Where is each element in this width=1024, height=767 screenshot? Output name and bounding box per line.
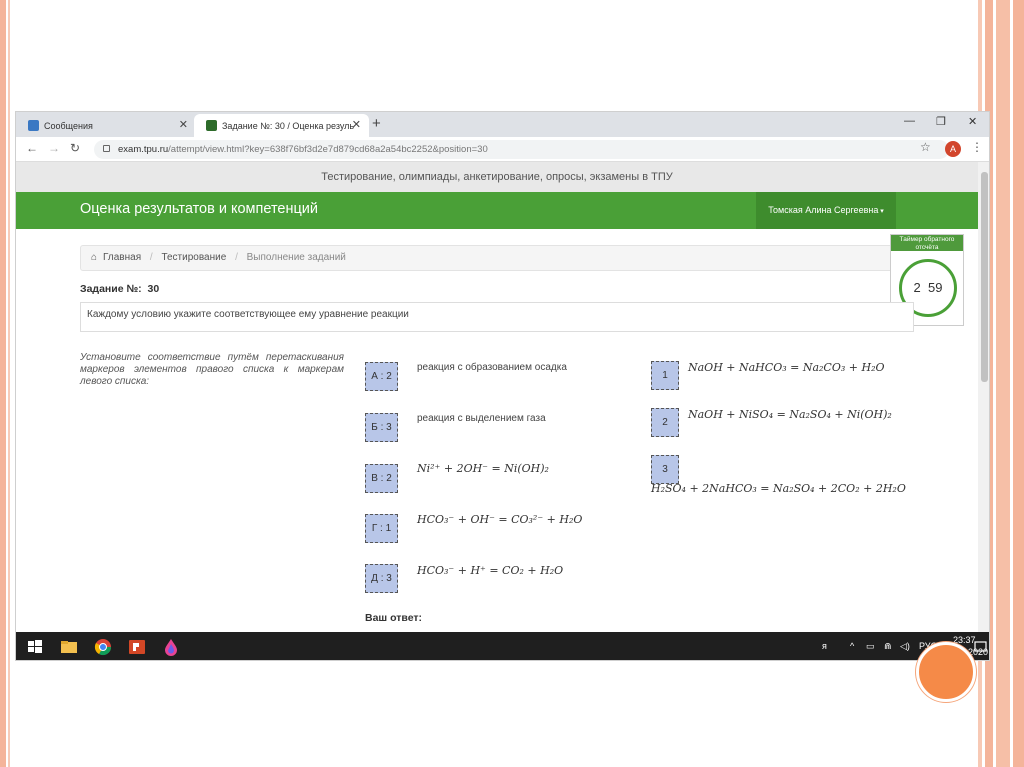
url-host: exam.tpu.ru <box>118 144 169 155</box>
breadcrumb-testing[interactable]: Тестирование <box>161 252 226 263</box>
question-text: Каждому условию укажите соответствующее … <box>80 302 914 332</box>
timer-seconds: 59 <box>928 280 943 295</box>
user-name: Томская Алина Сергеевна <box>768 205 879 215</box>
lock-icon <box>103 145 110 152</box>
close-icon[interactable]: ✕ <box>179 118 188 131</box>
chrome-icon[interactable] <box>94 638 112 656</box>
notifications-icon[interactable] <box>972 638 990 656</box>
breadcrumb: ⌂ Главная / Тестирование / Выполнение зад… <box>80 245 914 271</box>
app-drop-icon[interactable] <box>162 638 180 656</box>
windows-start-icon[interactable] <box>26 638 44 656</box>
left-item-text: реакция с образованием осадка <box>417 362 567 373</box>
tab-label: Задание №: 30 / Оценка резуль <box>222 120 355 131</box>
left-marker-d[interactable]: Д : 3 <box>365 564 398 593</box>
left-marker-g[interactable]: Г : 1 <box>365 514 398 543</box>
browser-screenshot: Сообщения ✕ Задание №: 30 / Оценка резул… <box>15 111 990 661</box>
left-marker-v[interactable]: В : 2 <box>365 464 398 493</box>
right-item-formula: H₂SO₄ + 2NaHCO₃ = Na₂SO₄ + 2CO₂ + 2H₂O <box>651 482 906 495</box>
battery-icon[interactable]: ▭ <box>866 641 875 652</box>
decor-orange-circle <box>916 642 976 702</box>
new-tab-icon[interactable]: + <box>372 115 381 132</box>
task-label: Задание №: <box>80 283 142 295</box>
reload-icon[interactable]: ↻ <box>70 141 80 155</box>
answer-label: Ваш ответ: <box>365 612 423 624</box>
left-item-formula: HCO₃⁻ + OH⁻ = CO₃²⁻ + H₂O <box>417 513 583 526</box>
page-scrollbar[interactable] <box>978 162 989 632</box>
breadcrumb-current: Выполнение заданий <box>246 252 346 263</box>
tpu-logo-icon <box>206 120 217 131</box>
tray-chevron-icon[interactable]: ^ <box>850 641 854 651</box>
instruction-text: Установите соответствие путём перетаскив… <box>80 352 344 387</box>
profile-avatar[interactable]: A <box>945 141 961 157</box>
right-item-formula: NaOH + NiSO₄ = Na₂SO₄ + Ni(OH)₂ <box>688 408 892 421</box>
tab-task[interactable]: Задание №: 30 / Оценка резуль ✕ <box>194 114 369 137</box>
volume-icon[interactable]: ◁) <box>900 641 910 652</box>
scrollbar-thumb[interactable] <box>981 172 988 382</box>
left-item-formula: HCO₃⁻ + H⁺ = CO₂ + H₂O <box>417 564 564 577</box>
tab-messages[interactable]: Сообщения ✕ <box>16 114 196 137</box>
message-icon <box>28 120 39 131</box>
right-marker-1[interactable]: 1 <box>651 361 679 390</box>
task-number: 30 <box>147 283 160 295</box>
user-menu[interactable]: Томская Алина Сергеевна ▾ <box>756 192 896 229</box>
url-path: /attempt/view.html?key=638f76bf3d2e7d879… <box>168 144 488 155</box>
left-decor-stripe <box>0 0 6 767</box>
minimize-icon[interactable]: — <box>904 115 915 127</box>
left-item-text: реакция с выделением газа <box>417 413 546 424</box>
site-top-strip: Тестирование, олимпиады, анкетирование, … <box>16 162 978 192</box>
caret-down-icon: ▾ <box>878 208 884 215</box>
left-decor-stripe-thin <box>8 0 10 767</box>
file-explorer-icon[interactable] <box>60 638 78 656</box>
close-icon[interactable]: ✕ <box>352 118 361 131</box>
tab-bar: Сообщения ✕ Задание №: 30 / Оценка резул… <box>16 112 989 137</box>
home-icon: ⌂ <box>91 252 98 263</box>
right-marker-3[interactable]: 3 <box>651 455 679 484</box>
network-icon[interactable]: ⋒ <box>884 641 892 652</box>
site-header: Оценка результатов и компетенций Томская… <box>16 192 978 229</box>
tab-label: Сообщения <box>44 120 93 131</box>
timer-title: Таймер обратного отсчёта <box>891 235 963 251</box>
back-icon[interactable]: ← <box>26 141 38 155</box>
windows-taskbar: ᴙ ^ ▭ ⋒ ◁) РУС 23:37 18.06.2020 <box>16 632 990 660</box>
bookmark-star-icon[interactable]: ☆ <box>920 140 931 154</box>
address-bar: ← → ↻ exam.tpu.ru/attempt/view.html?key=… <box>16 137 989 162</box>
task-heading: Задание №: 30 <box>80 283 159 295</box>
right-item-formula: NaOH + NaHCO₃ = Na₂CO₃ + H₂O <box>688 361 885 374</box>
breadcrumb-home[interactable]: Главная <box>103 252 141 263</box>
presentation-slide: Сообщения ✕ Задание №: 30 / Оценка резул… <box>0 0 1024 767</box>
powerpoint-icon[interactable] <box>128 638 146 656</box>
left-marker-a[interactable]: А : 2 <box>365 362 398 391</box>
menu-kebab-icon[interactable]: ⋮ <box>971 140 983 154</box>
right-marker-2[interactable]: 2 <box>651 408 679 437</box>
people-icon[interactable]: ᴙ <box>822 641 827 651</box>
timer-minutes: 2 <box>913 280 921 295</box>
restore-icon[interactable]: ❐ <box>936 115 946 128</box>
window-close-icon[interactable]: ✕ <box>968 115 977 128</box>
url-input[interactable]: exam.tpu.ru/attempt/view.html?key=638f76… <box>94 140 949 159</box>
site-brand[interactable]: Оценка результатов и компетенций <box>80 201 318 217</box>
left-marker-b[interactable]: Б : 3 <box>365 413 398 442</box>
forward-icon[interactable]: → <box>48 141 60 155</box>
left-item-formula: Ni²⁺ + 2OH⁻ = Ni(OH)₂ <box>417 462 549 475</box>
